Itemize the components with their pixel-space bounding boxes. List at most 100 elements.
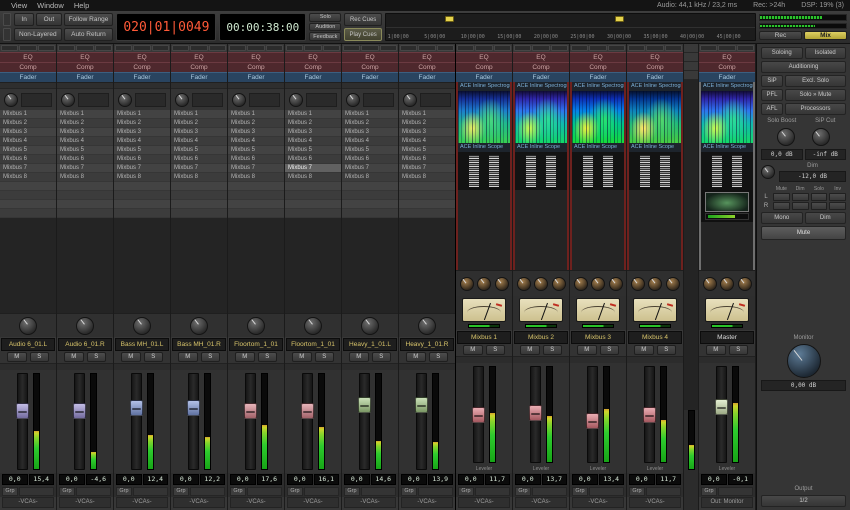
send-slot[interactable]: Mixbus 5: [57, 146, 113, 155]
non-layered-button[interactable]: Non-Layered: [14, 28, 62, 41]
audition-alert-button[interactable]: Audition: [309, 22, 342, 32]
eq-processor[interactable]: EQ: [114, 52, 170, 62]
send-slot[interactable]: [342, 182, 398, 191]
vca-button[interactable]: -VCAs-: [629, 497, 681, 508]
solo-alert-button[interactable]: Solo: [309, 13, 342, 22]
send-slot[interactable]: Mixbus 3: [114, 128, 170, 137]
send-slot[interactable]: Mixbus 2: [342, 119, 398, 128]
eq-processor[interactable]: EQ: [513, 52, 569, 62]
vca-button[interactable]: -VCAs-: [458, 497, 510, 508]
fader-processor[interactable]: Fader: [114, 72, 170, 82]
strip-mini-button[interactable]: [208, 45, 226, 51]
send-slot[interactable]: Mixbus 2: [0, 119, 56, 128]
send-slot[interactable]: Mixbus 7: [342, 164, 398, 173]
send-slot[interactable]: Mixbus 6: [285, 155, 341, 164]
mute-button[interactable]: M: [178, 352, 198, 362]
send-slot[interactable]: Mixbus 8: [114, 173, 170, 182]
strip-mini-button[interactable]: [736, 45, 754, 51]
eq-processor[interactable]: EQ: [699, 52, 755, 62]
play-cues-button[interactable]: Play Cues: [344, 28, 382, 41]
send-slot[interactable]: Mixbus 6: [57, 155, 113, 164]
send-slot[interactable]: Mixbus 3: [171, 128, 227, 137]
strip-mini-button[interactable]: [475, 45, 493, 51]
send-slot[interactable]: [57, 191, 113, 200]
vca-button[interactable]: -VCAs-: [515, 497, 567, 508]
peak-display[interactable]: 14,6: [370, 474, 396, 485]
auditioning-indicator[interactable]: Auditioning: [761, 61, 846, 73]
menu-window[interactable]: Window: [32, 1, 69, 10]
primary-clock[interactable]: 020|01|0049: [116, 13, 217, 41]
secondary-clock[interactable]: 00:00:38:00: [219, 13, 307, 41]
monitor-dim-r[interactable]: [791, 202, 809, 210]
strip-mini-button[interactable]: [133, 45, 151, 51]
send-slot[interactable]: Mixbus 4: [57, 137, 113, 146]
auto-return-button[interactable]: Auto Return: [63, 28, 114, 41]
strip-mini-button[interactable]: [172, 45, 190, 51]
comp-processor[interactable]: Comp: [570, 62, 626, 72]
strip-mini-button[interactable]: [19, 45, 37, 51]
send-slot[interactable]: Mixbus 2: [171, 119, 227, 128]
pan-knob[interactable]: [190, 316, 208, 335]
strip-mini-button[interactable]: [322, 45, 340, 51]
send-slot[interactable]: Mixbus 8: [228, 173, 284, 182]
fader-track[interactable]: [72, 373, 86, 470]
comp-processor[interactable]: Comp: [456, 62, 512, 72]
strip-mini-button[interactable]: [457, 45, 475, 51]
send-slot[interactable]: Mixbus 2: [399, 119, 455, 128]
solo-button[interactable]: S: [314, 352, 334, 362]
trim-knob[interactable]: [346, 92, 360, 107]
send-slot[interactable]: [171, 191, 227, 200]
timeline-marker[interactable]: [444, 16, 454, 22]
send-slot[interactable]: Mixbus 7: [285, 164, 341, 173]
send-slot[interactable]: Mixbus 1: [57, 110, 113, 119]
send-slot[interactable]: Mixbus 1: [399, 110, 455, 119]
send-slot[interactable]: Mixbus 7: [57, 164, 113, 173]
send-slot[interactable]: Mixbus 8: [171, 173, 227, 182]
gain-display[interactable]: 0,0: [173, 474, 199, 485]
gain-display[interactable]: 0,0: [59, 474, 85, 485]
mute-button[interactable]: M: [121, 352, 141, 362]
output-button[interactable]: 1/2: [761, 495, 846, 507]
bus-knob[interactable]: [573, 276, 588, 291]
strip-mini-button[interactable]: [646, 45, 664, 51]
send-slot[interactable]: Mixbus 4: [399, 137, 455, 146]
dim-knob[interactable]: [761, 165, 775, 179]
send-slot[interactable]: Mixbus 4: [171, 137, 227, 146]
strip-name-button[interactable]: Mixbus 2: [514, 331, 568, 344]
mute-button[interactable]: M: [520, 345, 540, 355]
comp-processor[interactable]: Comp: [228, 62, 284, 72]
solo-button[interactable]: S: [485, 345, 505, 355]
send-slot[interactable]: Mixbus 4: [228, 137, 284, 146]
fader-processor[interactable]: Fader: [513, 72, 569, 82]
bus-knob[interactable]: [648, 276, 662, 291]
mini-timeline[interactable]: 1|00|00 5|00|00 10|00|00 15|00|00 20|00|00 25…: [384, 13, 756, 41]
comp-processor[interactable]: Comp: [171, 62, 227, 72]
gain-display[interactable]: 0,0: [701, 474, 727, 485]
eq-processor[interactable]: EQ: [171, 52, 227, 62]
send-slot[interactable]: [285, 182, 341, 191]
pan-knob[interactable]: [361, 316, 379, 335]
trim-knob[interactable]: [4, 92, 18, 107]
dim-all-button[interactable]: Dim: [804, 212, 846, 224]
eq-processor[interactable]: EQ: [342, 52, 398, 62]
strip-mini-button[interactable]: [550, 45, 568, 51]
send-slot[interactable]: Mixbus 6: [228, 155, 284, 164]
solo-button[interactable]: S: [599, 345, 619, 355]
send-slot[interactable]: Mixbus 7: [399, 164, 455, 173]
mute-button[interactable]: M: [235, 352, 255, 362]
strip-mini-button[interactable]: [229, 45, 247, 51]
peak-display[interactable]: 11,7: [484, 474, 510, 485]
send-slot[interactable]: Mixbus 7: [171, 164, 227, 173]
afl-button[interactable]: AFL: [761, 103, 783, 115]
strip-mini-button[interactable]: [700, 45, 718, 51]
group-button[interactable]: [247, 487, 282, 496]
punch-in-button[interactable]: In: [14, 13, 35, 26]
send-slot[interactable]: Mixbus 6: [399, 155, 455, 164]
fader-processor[interactable]: Fader: [285, 72, 341, 82]
strip-mini-button[interactable]: [286, 45, 304, 51]
bus-knob[interactable]: [516, 276, 531, 291]
group-button[interactable]: [418, 487, 453, 496]
send-slot[interactable]: Mixbus 5: [0, 146, 56, 155]
vca-button[interactable]: -VCAs-: [173, 497, 225, 508]
strip-name-button[interactable]: Mixbus 1: [457, 331, 511, 344]
